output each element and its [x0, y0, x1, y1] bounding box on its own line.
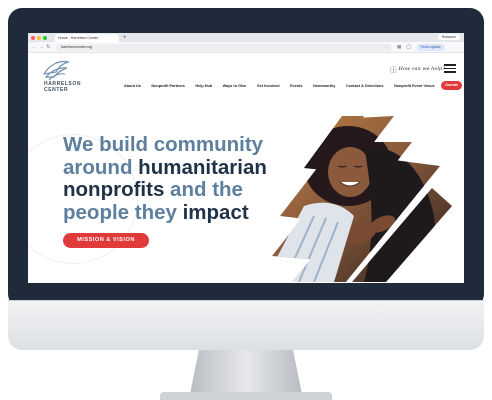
nav-events[interactable]: Events [290, 84, 302, 88]
forward-icon[interactable]: → [38, 44, 45, 50]
hero-section: We build community around humanitarian n… [28, 104, 464, 283]
headline-line-3b: and the [170, 178, 243, 201]
headline-line-1: We build community [63, 133, 264, 156]
back-icon[interactable]: ← [31, 44, 38, 50]
help-circle-icon: ⓘ [390, 66, 397, 74]
nav-contact-directions[interactable]: Contact & Directions [346, 84, 384, 88]
logo-line-2: CENTER [44, 86, 69, 93]
profile-icon[interactable]: ◯ [406, 44, 411, 50]
monitor-chin [8, 300, 484, 350]
browser-tabbar: Home - Harrelson Center + Relaunch [28, 33, 464, 42]
nav-nonprofit-partners[interactable]: Nonprofit Partners [151, 84, 185, 88]
mission-vision-button[interactable]: MISSION & VISION [63, 233, 149, 248]
monitor-stand [190, 350, 302, 394]
nav-get-involved[interactable]: Get Involved [257, 84, 280, 88]
headline-line-2a: around [63, 155, 139, 179]
help-text: How can we help? [398, 66, 445, 72]
headline-line-4a: people they [63, 200, 183, 224]
nav-ways-to-give[interactable]: Ways to Give [223, 84, 247, 88]
nav-newsworthy[interactable]: Newsworthy [313, 84, 335, 88]
hero-headline: We build community around humanitarian n… [63, 133, 267, 224]
finish-update-button[interactable]: Finish update [416, 43, 445, 51]
browser-tab[interactable]: Home - Harrelson Center [55, 33, 119, 42]
help-link[interactable]: ⓘ How can we help? [390, 64, 445, 74]
browser-toolbar: ← → ↻ harrelsoncenter.org ☆ ▦ ◯ Finish u… [28, 42, 464, 53]
main-nav: About Us Nonprofit Partners Help Hub Way… [124, 81, 463, 90]
donate-button[interactable]: Donate [441, 81, 463, 90]
maximize-window-icon[interactable] [43, 35, 47, 40]
headline-line-4b: impact [182, 200, 249, 224]
minimize-window-icon[interactable] [37, 35, 41, 40]
url-text: harrelsoncenter.org [61, 44, 92, 49]
monitor-foot [160, 392, 332, 400]
address-bar[interactable]: harrelsoncenter.org ☆ [56, 43, 392, 51]
nav-about-us[interactable]: About Us [124, 84, 141, 88]
site-header: HARRELSON CENTER ⓘ How can we help? Abou… [28, 54, 464, 104]
bookmark-star-icon[interactable]: ☆ [385, 44, 388, 51]
close-window-icon[interactable] [31, 35, 35, 40]
nav-event-venue[interactable]: Nonprofit Event Venue [394, 84, 435, 88]
relaunch-button[interactable]: Relaunch [437, 34, 460, 40]
menu-hamburger-icon[interactable] [444, 64, 456, 75]
headline-line-3a: nonprofits [63, 178, 171, 201]
screen: Home - Harrelson Center + Relaunch ← → ↻… [28, 33, 464, 283]
hero-photo-image [272, 116, 452, 282]
reload-icon[interactable]: ↻ [45, 44, 52, 50]
extensions-icon[interactable]: ▦ [397, 44, 401, 50]
site-logo-text[interactable]: HARRELSON CENTER [44, 81, 81, 93]
new-tab-button[interactable]: + [123, 34, 127, 42]
nav-help-hub[interactable]: Help Hub [195, 84, 212, 88]
